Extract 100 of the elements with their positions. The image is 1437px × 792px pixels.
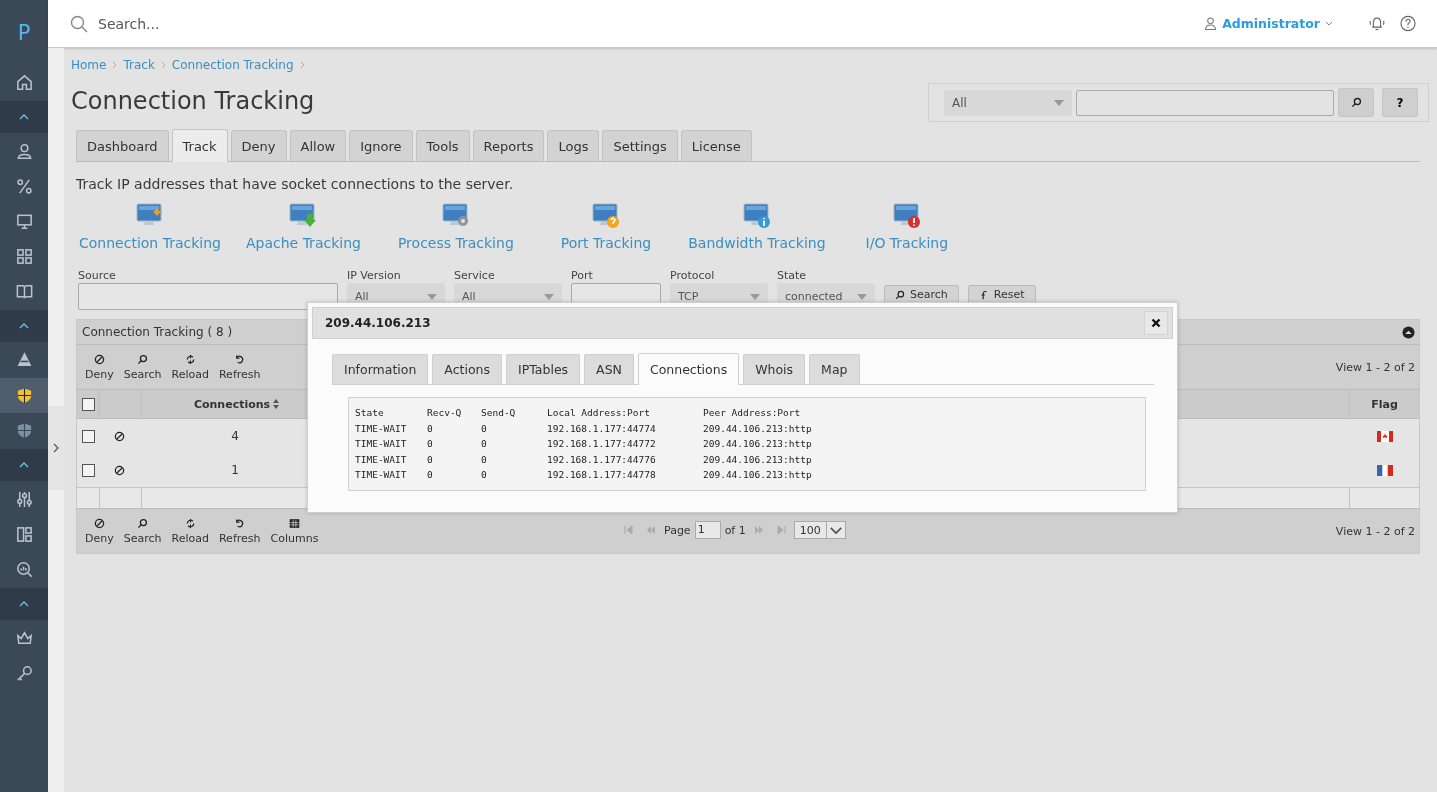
search-icon (137, 353, 149, 365)
field-label: Port (571, 269, 594, 282)
caret-icon (1054, 99, 1064, 106)
chevron-right-icon (53, 443, 59, 453)
tab[interactable]: Reports (472, 130, 545, 161)
section-toggle[interactable] (0, 588, 48, 620)
toolbar-button[interactable]: Reload (169, 517, 211, 545)
monitor-info-icon (741, 201, 772, 231)
table-cell: 4 (231, 429, 239, 443)
table-cell-text: 0 (481, 422, 488, 434)
tab[interactable]: Whois (743, 354, 806, 384)
row-checkbox[interactable] (81, 463, 95, 477)
dialog-title: 209.44.106.213 (325, 316, 431, 330)
chevron-right-icon (112, 61, 118, 69)
toolbar-button[interactable]: Reload (169, 353, 211, 381)
table-cell-text: 0 (481, 453, 488, 465)
tab[interactable]: Tools (415, 130, 470, 161)
collapse-icon[interactable] (1402, 325, 1415, 339)
flag-icon (1376, 464, 1393, 476)
table-cell-text: TIME-WAIT (355, 469, 408, 481)
chevron-up-icon (19, 323, 29, 329)
table-cell: 1 (231, 463, 239, 477)
monitor-alert-icon (891, 201, 922, 231)
sidebar-item[interactable] (0, 378, 48, 413)
toolbar-button[interactable]: Deny (83, 517, 116, 545)
bell-icon[interactable] (1368, 15, 1386, 32)
table-cell-text: TIME-WAIT (355, 453, 408, 465)
monitor-icon (14, 212, 34, 231)
search-icon (895, 290, 905, 300)
chevron-up-icon (19, 601, 29, 607)
column-header: Recv-Q (427, 407, 463, 419)
column-header: Local Address:Port (547, 407, 651, 419)
sort-icon[interactable] (272, 398, 281, 410)
tab[interactable]: ASN (584, 354, 634, 384)
refresh-icon (234, 353, 246, 365)
scope-select[interactable]: All (944, 89, 1072, 116)
refresh-icon (234, 517, 246, 529)
description-text: Track IP addresses that have socket connections to the server. (76, 176, 515, 192)
toolbar-button[interactable]: Search (121, 353, 164, 381)
tab[interactable]: Actions (432, 354, 503, 384)
sidebar-toggle[interactable] (48, 406, 64, 490)
help-button[interactable]: ? (1382, 88, 1418, 117)
row-checkbox[interactable] (81, 429, 95, 443)
section-toggle[interactable] (0, 449, 48, 481)
prohibited-icon (114, 464, 125, 476)
search-button[interactable] (1338, 88, 1374, 117)
table-cell-text: 0 (481, 469, 488, 481)
table-cell: 209.44.106.213:http (703, 453, 812, 465)
toolbar-button[interactable]: Deny (83, 353, 116, 381)
close-icon (1151, 318, 1161, 328)
toolbar-button[interactable]: Columns (268, 517, 321, 545)
tab[interactable]: Connections (637, 353, 740, 385)
tab[interactable]: Deny (230, 130, 287, 161)
page-label: Page (664, 523, 691, 537)
column-header[interactable]: Flag (1371, 397, 1398, 411)
tab[interactable]: Map (809, 354, 860, 384)
search-input[interactable] (1076, 89, 1334, 116)
section-toggle[interactable] (0, 310, 48, 342)
tab[interactable]: Track (171, 129, 228, 162)
search-icon (70, 14, 88, 33)
prohibited-icon (93, 353, 105, 365)
caret-icon (1325, 21, 1333, 26)
search-icon (137, 517, 149, 529)
table-cell-text: 0 (427, 422, 434, 434)
field-label: IP Version (347, 269, 402, 282)
prohibited-icon (93, 517, 105, 529)
tab[interactable]: Allow (289, 130, 347, 161)
chevron-right-icon (299, 61, 305, 69)
tab[interactable]: License (680, 130, 752, 161)
table-cell: 209.44.106.213:http (703, 422, 812, 434)
field-label: Protocol (670, 269, 716, 282)
percent-icon (14, 177, 34, 196)
tab[interactable]: Settings (602, 130, 678, 161)
grid-title: Connection Tracking ( 8 ) (82, 325, 233, 339)
page-count: of 1 (724, 523, 746, 537)
page-input[interactable]: 1 (694, 521, 721, 539)
table-cell-text: 192.168.1.177:44774 (547, 422, 657, 434)
toolbar-button[interactable]: Refresh (216, 517, 263, 545)
toolbar-button[interactable]: Search (121, 517, 164, 545)
table-cell-text: 0 (427, 438, 434, 450)
help-icon[interactable] (1399, 15, 1417, 32)
column-header: Peer Address:Port (703, 407, 801, 419)
tab[interactable]: Information (332, 354, 429, 384)
user-icon (1204, 17, 1218, 30)
toolbar-button[interactable]: Refresh (216, 353, 263, 381)
input-field[interactable] (78, 283, 338, 310)
tab[interactable]: Dashboard (76, 130, 169, 161)
prohibited-icon (114, 430, 125, 442)
close-button[interactable] (1144, 311, 1168, 335)
sliders-icon (14, 490, 34, 509)
tab[interactable]: Logs (547, 130, 600, 161)
record-count: View 1 - 2 of 2 (1335, 524, 1415, 538)
column-header[interactable]: Connections (193, 397, 271, 411)
tab[interactable]: Ignore (349, 130, 413, 161)
logo[interactable]: P (0, 0, 48, 65)
tab[interactable]: IPTables (506, 354, 581, 384)
select-all-checkbox[interactable] (81, 397, 95, 411)
section-toggle[interactable] (0, 101, 48, 133)
table-cell: 209.44.106.213:http (703, 469, 812, 481)
page-size-select[interactable]: 100 (793, 521, 846, 539)
